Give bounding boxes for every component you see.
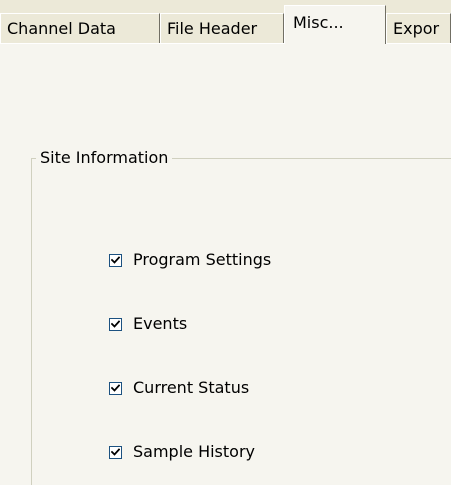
tab-label: Channel Data bbox=[7, 19, 116, 38]
export-options-dialog: Channel Data File Header Misc... Expor S… bbox=[0, 0, 451, 485]
tab-label: Expor bbox=[393, 19, 440, 38]
tab-file-header[interactable]: File Header bbox=[160, 13, 284, 43]
checkmark-icon bbox=[111, 255, 120, 264]
current-status-option[interactable]: Current Status bbox=[109, 377, 249, 399]
sample-history-label: Sample History bbox=[133, 442, 255, 461]
checkmark-icon bbox=[111, 319, 120, 328]
events-option[interactable]: Events bbox=[109, 313, 187, 335]
sample-history-checkbox[interactable] bbox=[109, 445, 122, 459]
checkmark-icon bbox=[111, 447, 120, 456]
tab-export[interactable]: Expor bbox=[386, 13, 451, 43]
checkmark-icon bbox=[111, 383, 120, 392]
program-settings-checkbox[interactable] bbox=[109, 253, 122, 267]
tab-misc[interactable]: Misc... bbox=[284, 5, 386, 44]
program-settings-label: Program Settings bbox=[133, 250, 272, 269]
current-status-label: Current Status bbox=[133, 378, 250, 397]
site-information-groupbox bbox=[31, 158, 451, 485]
site-information-title: Site Information bbox=[36, 148, 173, 168]
tab-channel-data[interactable]: Channel Data bbox=[0, 13, 160, 43]
tab-label: Misc... bbox=[293, 13, 344, 32]
current-status-checkbox[interactable] bbox=[109, 381, 122, 395]
events-checkbox[interactable] bbox=[109, 317, 122, 331]
events-label: Events bbox=[133, 314, 188, 333]
program-settings-option[interactable]: Program Settings bbox=[109, 249, 271, 271]
sample-history-option[interactable]: Sample History bbox=[109, 441, 255, 463]
tab-label: File Header bbox=[167, 19, 258, 38]
